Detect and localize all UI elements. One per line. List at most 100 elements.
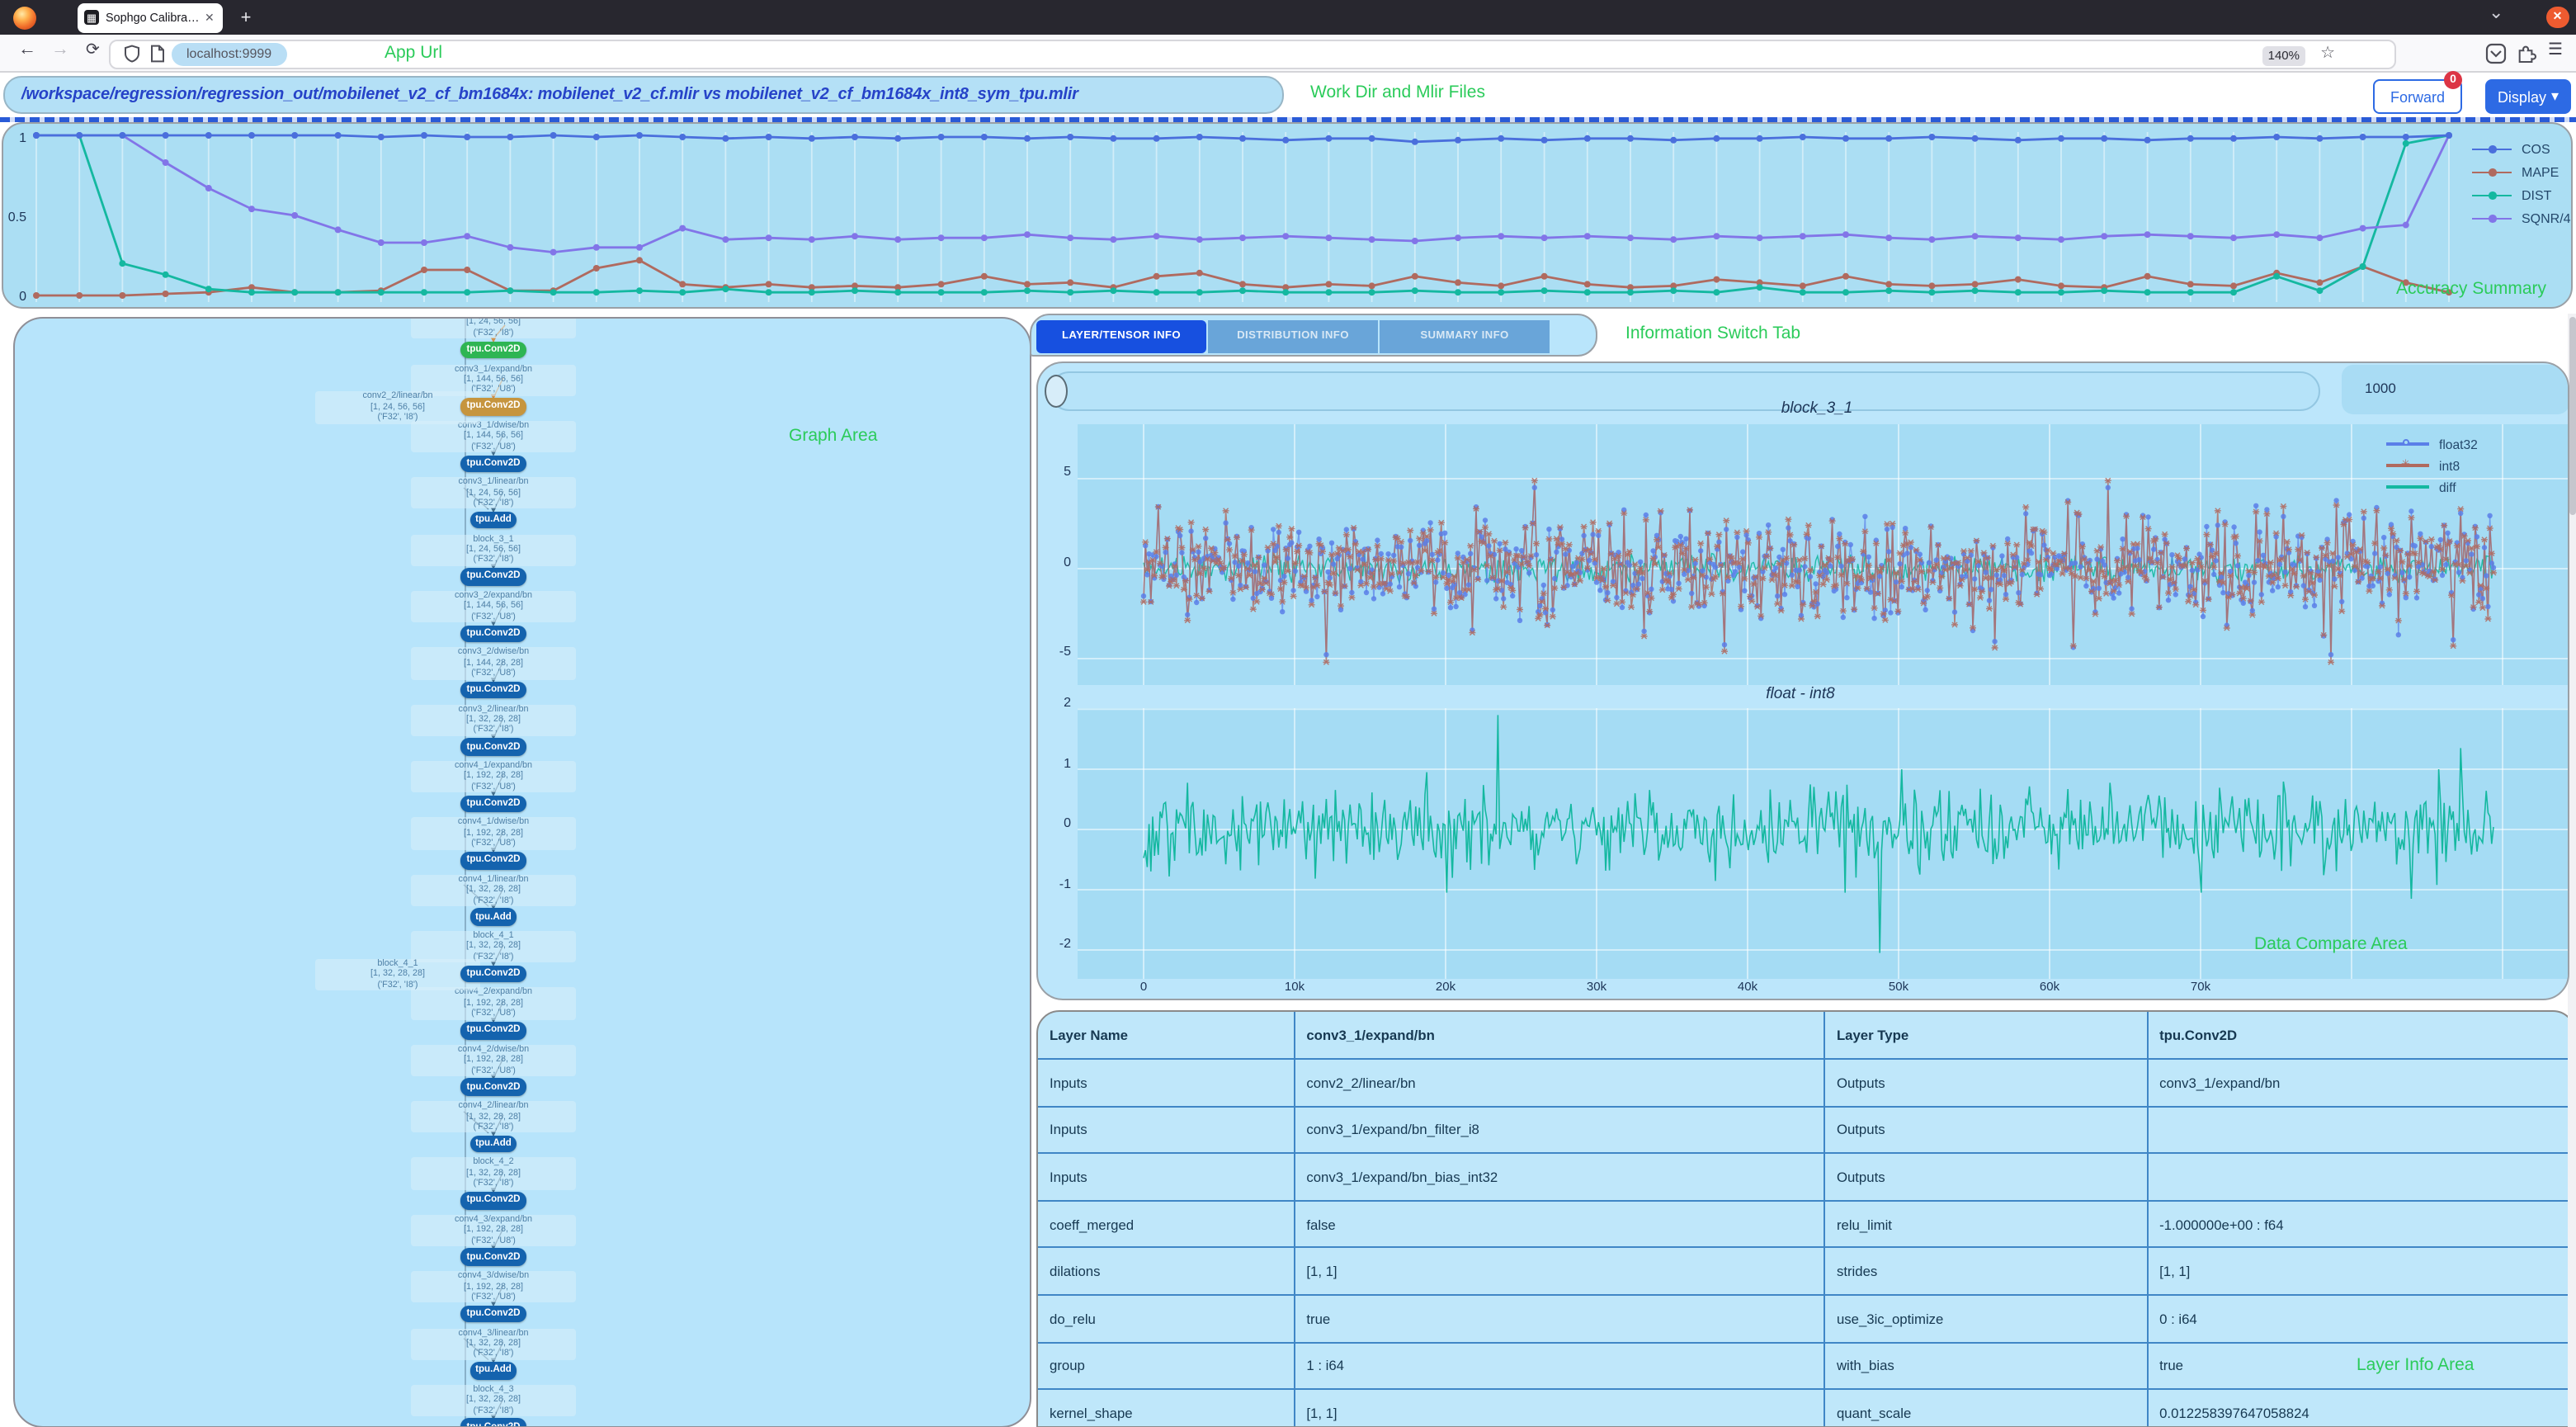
edge-label-conv3_1/linear/bn: conv3_1/linear/bn[1, 24, 56, 56]('F32', … [411, 477, 576, 508]
graph-node-conv4_2/linear/bn[interactable]: tpu.Conv2D [460, 1079, 526, 1096]
edge-label-conv4_1/linear/bn: conv4_1/linear/bn[1, 32, 28, 28]('F32', … [411, 874, 576, 905]
graph-node-conv4_3/expand/bn[interactable]: tpu.Conv2D [460, 1192, 526, 1209]
browser-navbar: ← → ⟳ localhost:9999 140% ☆ ☰ App Url [0, 35, 2576, 73]
graph-node-block_3_1[interactable]: tpu.Add [470, 512, 517, 529]
graph-node-conv4_2/expand/bn[interactable]: tpu.Conv2D [460, 965, 526, 982]
back-button[interactable]: ← [18, 40, 36, 59]
diff-chart-title: float - int8 [1635, 685, 1965, 703]
bookmark-star-icon[interactable]: ☆ [2320, 44, 2335, 62]
edge-label-conv4_1/dwise/bn: conv4_1/dwise/bn[1, 192, 28, 28]('F32', … [411, 818, 576, 849]
legend-item-COS[interactable]: COS [2472, 138, 2573, 161]
graph-node-conv3_2/expand/bn[interactable]: tpu.Conv2D [460, 568, 526, 585]
display-button[interactable]: Display▾ [2485, 79, 2571, 114]
table-cell: Layer Name [1038, 1012, 1295, 1058]
graph-node-conv4_3/linear/bn[interactable]: tpu.Conv2D [460, 1306, 526, 1323]
table-row: Inputsconv3_1/expand/bn_bias_int32Output… [1038, 1154, 2574, 1201]
legend-line [2386, 442, 2429, 445]
x-tick-label: 50k [1875, 979, 1922, 994]
legend-item-float32[interactable]: float32 [2386, 433, 2478, 455]
forward-badge: 0 [2444, 71, 2462, 89]
points-count-box[interactable]: 1000 [2342, 365, 2569, 414]
edge-label-block_4_1: block_4_1[1, 32, 28, 28]('F32', 'I8') [411, 931, 576, 962]
graph-node-conv4_1/expand/bn[interactable]: tpu.Conv2D [460, 739, 526, 756]
url-text[interactable]: localhost:9999 [172, 42, 286, 65]
table-cell: dilations [1038, 1249, 1295, 1294]
workdir-path-pill[interactable]: /workspace/regression/regression_out/mob… [3, 76, 1284, 114]
acc-ytick-1: 1 [10, 130, 26, 145]
browser-tab[interactable]: ▦ Sophgo Calibration-Anal ✕ [78, 3, 223, 32]
graph-node-conv4_2/dwise/bn[interactable]: tpu.Conv2D [460, 1022, 526, 1039]
legend-line [2386, 485, 2429, 488]
graph-node-conv3_2/linear/bn[interactable]: tpu.Conv2D [460, 682, 526, 699]
x-tick-label: 70k [2177, 979, 2224, 994]
extensions-puzzle-icon[interactable] [2517, 43, 2538, 64]
compare-legend: float32 ✳int8diff [2386, 433, 2478, 498]
edge-label-conv3_1/expand/bn: conv3_1/expand/bn[1, 144, 56, 56]('F32',… [411, 364, 576, 395]
edge-label-block_3_1: block_3_1[1, 24, 56, 56]('F32', 'I8') [411, 534, 576, 565]
legend-item-MAPE[interactable]: MAPE [2472, 161, 2573, 184]
tab-summary-info[interactable]: SUMMARY INFO [1380, 319, 1550, 353]
graph-node-conv3_2/dwise/bn[interactable]: tpu.Conv2D [460, 625, 526, 642]
graph-node-conv3_1/dwise/bn[interactable]: tpu.Conv2D [460, 398, 526, 415]
range-slider-knob[interactable] [1045, 374, 1068, 407]
table-cell: conv3_1/expand/bn_filter_i8 [1295, 1107, 1825, 1152]
reload-button[interactable]: ⟳ [86, 41, 100, 59]
graph-node-block_4_2[interactable]: tpu.Add [470, 1135, 517, 1152]
graph-node-conv4_1/dwise/bn[interactable]: tpu.Conv2D [460, 795, 526, 812]
legend-marker-x: ✳ [2401, 457, 2410, 470]
window-close-button[interactable]: ✕ [2546, 6, 2569, 28]
list-tabs-chevron-icon[interactable]: ⌄ [2489, 2, 2503, 23]
x-tick-label: 60k [2026, 979, 2073, 994]
legend-line [2472, 148, 2512, 150]
edge-label-conv4_2/linear/bn: conv4_2/linear/bn[1, 32, 28, 28]('F32', … [411, 1101, 576, 1132]
graph-node-partial[interactable]: tpu.Conv2D [460, 1419, 526, 1427]
points-count-value: 1000 [2365, 380, 2396, 396]
accuracy-chart[interactable] [23, 126, 2465, 306]
table-cell: conv3_1/expand/bn_bias_int32 [1295, 1154, 1825, 1199]
edge-label-conv3_2/linear/bn: conv3_2/linear/bn[1, 32, 28, 28]('F32', … [411, 704, 576, 735]
legend-item-DIST[interactable]: DIST [2472, 184, 2573, 207]
pocket-icon[interactable] [2485, 43, 2507, 64]
edge-label-conv4_2/expand/bn: conv4_2/expand/bn[1, 192, 28, 28]('F32',… [411, 988, 576, 1019]
tab-close-icon[interactable]: ✕ [205, 12, 215, 25]
table-cell: with_bias [1825, 1343, 2148, 1388]
scrollbar-thumb[interactable] [2569, 317, 2575, 515]
tab-layer-tensor-info[interactable]: LAYER/TENSOR INFO [1036, 319, 1206, 353]
table-row: coeff_mergedfalserelu_limit-1.000000e+00… [1038, 1202, 2574, 1249]
tensor-compare-chart[interactable] [1078, 424, 2569, 685]
graph-node-conv4_1/linear/bn[interactable]: tpu.Conv2D [460, 852, 526, 869]
acc-ytick-0: 0 [10, 288, 26, 303]
legend-line [2472, 217, 2512, 220]
graph-node-conv3_1/linear/bn[interactable]: tpu.Conv2D [460, 455, 526, 472]
new-tab-button[interactable]: + [233, 3, 259, 31]
x-tick-label: 10k [1271, 979, 1318, 994]
table-cell: use_3ic_optimize [1825, 1296, 2148, 1341]
menu-hamburger-icon[interactable]: ☰ [2548, 41, 2563, 59]
tab-distribution-info[interactable]: DISTRIBUTION INFO [1208, 319, 1378, 353]
url-host: localhost [186, 46, 238, 61]
table-row: group1 : i64with_biastrue [1038, 1343, 2574, 1390]
legend-label: float32 [2439, 437, 2478, 451]
legend-item-diff[interactable]: diff [2386, 476, 2478, 498]
url-bar[interactable]: localhost:9999 140% ☆ [109, 39, 2396, 69]
forward-nav-button[interactable]: → [51, 40, 69, 59]
zoom-level-badge[interactable]: 140% [2262, 45, 2305, 65]
graph-node-conv3_1/expand/bn[interactable]: tpu.Conv2D [460, 342, 526, 359]
graph-node-block_4_1[interactable]: tpu.Add [470, 909, 517, 926]
url-port: :9999 [238, 46, 271, 61]
compare-chart-title: block_3_1 [1652, 399, 1982, 417]
graph-node-block_4_3[interactable]: tpu.Add [470, 1362, 517, 1379]
edge-label-conv3_1/dwise/bn: conv3_1/dwise/bn[1, 144, 56, 56]('F32', … [411, 421, 576, 452]
page-icon[interactable] [150, 45, 165, 63]
compare-x-axis: 010k20k30k40k50k60k70k [1078, 979, 2569, 997]
legend-item-int8[interactable]: ✳int8 [2386, 455, 2478, 476]
shield-icon[interactable] [124, 45, 140, 63]
graph-panel[interactable]: conv2_2/linear/bn[1, 24, 56, 56]('F32', … [13, 317, 1031, 1427]
table-cell: Inputs [1038, 1107, 1295, 1152]
layer-info-table: Layer Nameconv3_1/expand/bnLayer Typetpu… [1038, 1012, 2574, 1427]
table-cell: -1.000000e+00 : f64 [2148, 1202, 2574, 1247]
graph-node-conv4_3/dwise/bn[interactable]: tpu.Conv2D [460, 1249, 526, 1266]
firefox-icon[interactable] [13, 6, 36, 29]
legend-item-SQNR/42.9[interactable]: SQNR/42.9 [2472, 207, 2573, 230]
accuracy-summary-panel[interactable]: 1 0.5 0 COSMAPEDISTSQNR/42.9 [2, 121, 2573, 308]
